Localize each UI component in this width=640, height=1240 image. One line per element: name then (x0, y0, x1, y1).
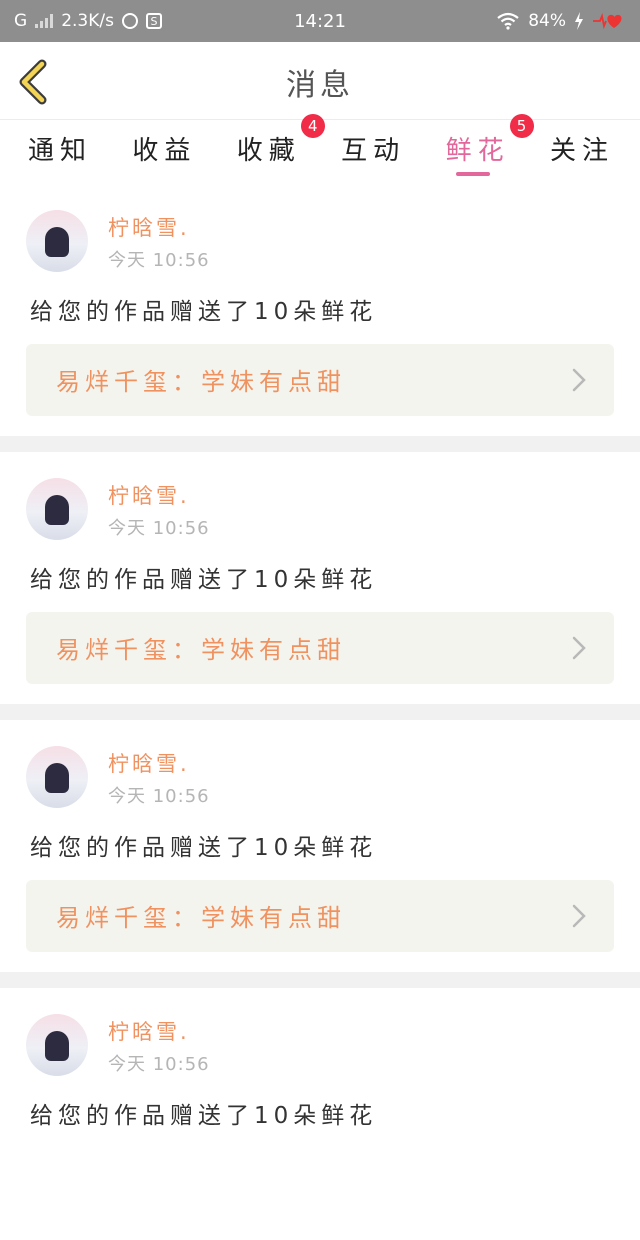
list-item: 柠晗雪. 今天 10:56 给您的作品赠送了10朵鲜花 易烊千玺：学妹有点甜 (0, 436, 640, 704)
username[interactable]: 柠晗雪. (108, 212, 190, 242)
username[interactable]: 柠晗雪. (108, 480, 190, 510)
tab-label: 关注 (549, 136, 614, 166)
username[interactable]: 柠晗雪. (108, 1016, 190, 1046)
avatar-figure (45, 763, 69, 793)
avatar[interactable] (26, 746, 88, 808)
tab-label: 收藏 (236, 136, 301, 166)
status-right: 84% (496, 11, 626, 31)
chevron-right-icon (572, 904, 586, 928)
avatar-figure (45, 1031, 69, 1061)
message-text: 给您的作品赠送了10朵鲜花 (30, 299, 378, 325)
status-bar: G 2.3K/s S 14:21 84% (0, 0, 640, 42)
status-left: G 2.3K/s S (14, 11, 162, 31)
tab-label: 通知 (28, 136, 93, 166)
tab-bar: 通知 收益 收藏 4 互动 鲜花 5 关注 (0, 114, 640, 184)
chevron-right-icon (572, 368, 586, 392)
tab-interactions[interactable]: 互动 (341, 120, 405, 184)
work-title: 易烊千玺：学妹有点甜 (56, 368, 346, 396)
sync-icon (121, 13, 138, 29)
message-text: 给您的作品赠送了10朵鲜花 (30, 1103, 378, 1129)
message-text: 给您的作品赠送了10朵鲜花 (30, 835, 378, 861)
list-item: 柠晗雪. 今天 10:56 给您的作品赠送了10朵鲜花 (0, 972, 640, 1240)
timestamp: 今天 10:56 (108, 250, 210, 271)
tab-label: 收益 (132, 136, 197, 166)
avatar[interactable] (26, 210, 88, 272)
work-link-card[interactable]: 易烊千玺：学妹有点甜 (26, 344, 614, 416)
tab-earnings[interactable]: 收益 (132, 120, 196, 184)
avatar[interactable] (26, 478, 88, 540)
list-item: 柠晗雪. 今天 10:56 给您的作品赠送了10朵鲜花 易烊千玺：学妹有点甜 (0, 704, 640, 972)
list-item: 柠晗雪. 今天 10:56 给您的作品赠送了10朵鲜花 易烊千玺：学妹有点甜 (0, 184, 640, 436)
tab-notifications[interactable]: 通知 (28, 120, 92, 184)
unread-badge: 4 (300, 114, 325, 138)
timestamp: 今天 10:56 (108, 518, 210, 539)
work-link-card[interactable]: 易烊千玺：学妹有点甜 (26, 612, 614, 684)
page-title: 消息 (286, 68, 354, 103)
chevron-right-icon (572, 636, 586, 660)
avatar-figure (45, 495, 69, 525)
message-text: 给您的作品赠送了10朵鲜花 (30, 567, 378, 593)
status-time: 14:21 (294, 10, 346, 32)
signal-icon (35, 14, 54, 28)
work-link-card[interactable]: 易烊千玺：学妹有点甜 (26, 880, 614, 952)
wifi-icon (497, 12, 519, 30)
app-notification-icon: S (145, 13, 162, 29)
timestamp: 今天 10:56 (108, 786, 210, 807)
active-tab-indicator (455, 172, 490, 176)
tab-label: 互动 (341, 136, 406, 166)
avatar[interactable] (26, 1014, 88, 1076)
work-title: 易烊千玺：学妹有点甜 (56, 904, 346, 932)
tab-follows[interactable]: 关注 (550, 120, 614, 184)
network-speed: 2.3K/s (61, 11, 114, 31)
tab-favorites[interactable]: 收藏 4 (236, 114, 325, 184)
unread-badge: 5 (509, 114, 534, 138)
avatar-figure (45, 227, 69, 257)
header: 消息 (0, 42, 640, 120)
battery-percent: 84% (528, 11, 566, 31)
heart-rate-icon (593, 12, 622, 30)
timestamp: 今天 10:56 (108, 1054, 210, 1075)
tab-flowers[interactable]: 鲜花 5 (445, 114, 534, 184)
work-title: 易烊千玺：学妹有点甜 (56, 636, 346, 664)
message-list: 柠晗雪. 今天 10:56 给您的作品赠送了10朵鲜花 易烊千玺：学妹有点甜 柠… (0, 184, 640, 1240)
username[interactable]: 柠晗雪. (108, 748, 190, 778)
tab-label: 鲜花 (445, 136, 510, 166)
charging-icon (575, 12, 583, 30)
network-label: G (14, 11, 28, 31)
